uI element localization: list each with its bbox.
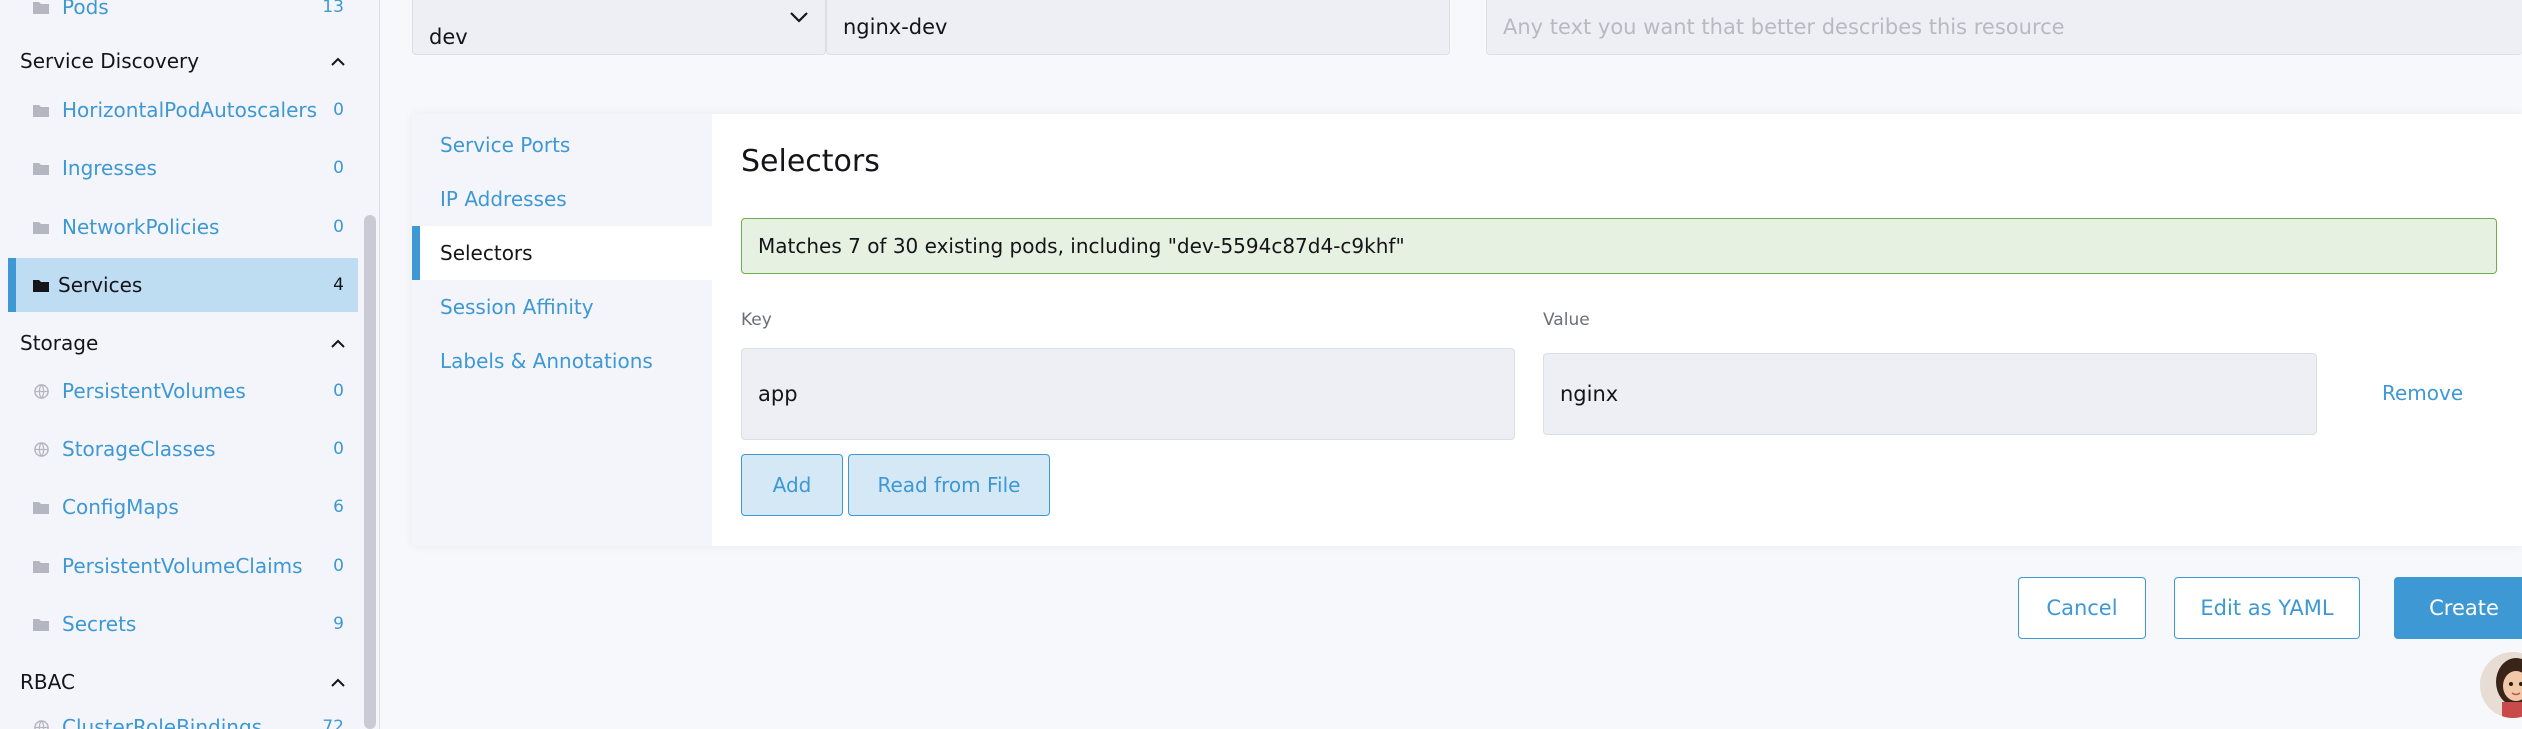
- sidebar-group-service-discovery[interactable]: Service Discovery: [20, 46, 345, 76]
- sidebar-item-count: 6: [333, 497, 344, 517]
- sidebar-item-count: 0: [333, 217, 344, 237]
- sidebar-item-label: PersistentVolumeClaims: [62, 554, 303, 578]
- sidebar-item-clusterrolebindings[interactable]: ClusterRoleBindings 72: [8, 700, 358, 729]
- tab-label: IP Addresses: [440, 187, 567, 211]
- folder-icon: [28, 560, 54, 573]
- sidebar-group-storage[interactable]: Storage: [20, 328, 345, 358]
- sidebar-item-count: 4: [333, 275, 344, 295]
- key-label: Key: [741, 310, 772, 330]
- add-button-label: Add: [772, 473, 812, 497]
- cancel-label: Cancel: [2046, 596, 2118, 620]
- folder-icon: [28, 162, 54, 175]
- sidebar-item-label: Pods: [62, 0, 109, 19]
- tab-ip-addresses[interactable]: IP Addresses: [412, 172, 712, 226]
- namespace-value: dev: [429, 25, 468, 49]
- sidebar-item-label: ClusterRoleBindings: [62, 715, 263, 729]
- group-label: Service Discovery: [20, 49, 200, 73]
- description-placeholder: Any text you want that better describes …: [1503, 15, 2065, 39]
- namespace-select[interactable]: dev: [412, 0, 826, 55]
- add-button[interactable]: Add: [741, 454, 843, 516]
- key-input-value: app: [758, 382, 798, 406]
- sidebar-item-configmaps[interactable]: ConfigMaps 6: [8, 480, 358, 534]
- tab-label: Session Affinity: [440, 295, 594, 319]
- chevron-up-icon: [331, 52, 345, 70]
- tab-selectors[interactable]: Selectors: [412, 226, 712, 280]
- sidebar-item-pods[interactable]: Pods 13: [8, 0, 358, 34]
- section-title: Selectors: [741, 144, 880, 179]
- sidebar-item-count: 0: [333, 100, 344, 120]
- tab-label: Service Ports: [440, 133, 571, 157]
- sidebar-item-count: 0: [333, 158, 344, 178]
- chevron-down-icon: [789, 4, 809, 28]
- sidebar-item-label: StorageClasses: [62, 437, 216, 461]
- sidebar-nav: Pods 13 Service Discovery HorizontalPodA…: [0, 0, 360, 729]
- sidebar-group-rbac[interactable]: RBAC: [20, 667, 345, 697]
- folder-icon: [28, 501, 54, 514]
- sidebar-item-networkpolicies[interactable]: NetworkPolicies 0: [8, 200, 358, 254]
- tab-session-affinity[interactable]: Session Affinity: [412, 280, 712, 334]
- sidebar-item-ingresses[interactable]: Ingresses 0: [8, 141, 358, 195]
- chevron-up-icon: [331, 334, 345, 352]
- avatar[interactable]: [2480, 652, 2522, 718]
- description-input[interactable]: Any text you want that better describes …: [1486, 0, 2522, 55]
- globe-icon: [28, 719, 54, 729]
- sidebar-item-count: 0: [333, 381, 344, 401]
- sidebar-item-storageclasses[interactable]: StorageClasses 0: [8, 422, 358, 476]
- sidebar-item-label: Ingresses: [62, 156, 157, 180]
- tab-label: Labels & Annotations: [440, 349, 653, 373]
- group-label: Storage: [20, 331, 99, 355]
- folder-icon: [28, 104, 54, 117]
- read-from-file-label: Read from File: [877, 473, 1021, 497]
- key-input[interactable]: app: [741, 348, 1515, 440]
- folder-icon: [28, 618, 54, 631]
- create-label: Create: [2429, 596, 2499, 620]
- tab-service-ports[interactable]: Service Ports: [412, 118, 712, 172]
- remove-button[interactable]: Remove: [2382, 381, 2463, 405]
- sidebar-item-count: 72: [322, 717, 344, 729]
- folder-icon: [28, 1, 54, 14]
- sidebar-item-count: 13: [322, 0, 344, 17]
- sidebar-item-persistentvolumeclaims[interactable]: PersistentVolumeClaims 0: [8, 539, 358, 593]
- tab-label: Selectors: [440, 241, 533, 265]
- sidebar-item-count: 9: [333, 614, 344, 634]
- sidebar-item-label: PersistentVolumes: [62, 379, 246, 403]
- group-label: RBAC: [20, 670, 75, 694]
- chevron-up-icon: [331, 673, 345, 691]
- sidebar-scrollbar[interactable]: [364, 215, 376, 729]
- sidebar-item-label: Secrets: [62, 612, 137, 636]
- value-label: Value: [1543, 310, 1590, 330]
- match-banner: Matches 7 of 30 existing pods, including…: [741, 218, 2497, 274]
- selectors-panel: Service Ports IP Addresses Selectors Ses…: [412, 114, 2522, 546]
- globe-icon: [28, 441, 54, 457]
- sidebar: Pods 13 Service Discovery HorizontalPodA…: [0, 0, 380, 729]
- folder-icon: [28, 279, 54, 292]
- tab-labels-annotations[interactable]: Labels & Annotations: [412, 334, 712, 388]
- edit-as-yaml-button[interactable]: Edit as YAML: [2174, 577, 2360, 639]
- sidebar-item-persistentvolumes[interactable]: PersistentVolumes 0: [8, 364, 358, 418]
- value-input[interactable]: nginx: [1543, 353, 2317, 435]
- sidebar-item-label: NetworkPolicies: [62, 215, 220, 239]
- sidebar-item-label: ConfigMaps: [62, 495, 179, 519]
- sidebar-item-count: 0: [333, 556, 344, 576]
- side-tabs: Service Ports IP Addresses Selectors Ses…: [412, 114, 712, 546]
- globe-icon: [28, 383, 54, 399]
- name-input[interactable]: nginx-dev: [826, 0, 1450, 55]
- name-value: nginx-dev: [843, 15, 948, 39]
- sidebar-item-count: 0: [333, 439, 344, 459]
- sidebar-item-label: Services: [58, 273, 143, 297]
- sidebar-item-label: HorizontalPodAutoscalers: [62, 98, 318, 122]
- sidebar-item-services[interactable]: Services 4: [8, 258, 358, 312]
- sidebar-item-horizontalpodautoscalers[interactable]: HorizontalPodAutoscalers 0: [8, 83, 358, 137]
- read-from-file-button[interactable]: Read from File: [848, 454, 1050, 516]
- cancel-button[interactable]: Cancel: [2018, 577, 2146, 639]
- folder-icon: [28, 221, 54, 234]
- create-button[interactable]: Create: [2394, 577, 2522, 639]
- value-input-value: nginx: [1560, 382, 1619, 406]
- edit-as-yaml-label: Edit as YAML: [2200, 596, 2334, 620]
- sidebar-item-secrets[interactable]: Secrets 9: [8, 597, 358, 651]
